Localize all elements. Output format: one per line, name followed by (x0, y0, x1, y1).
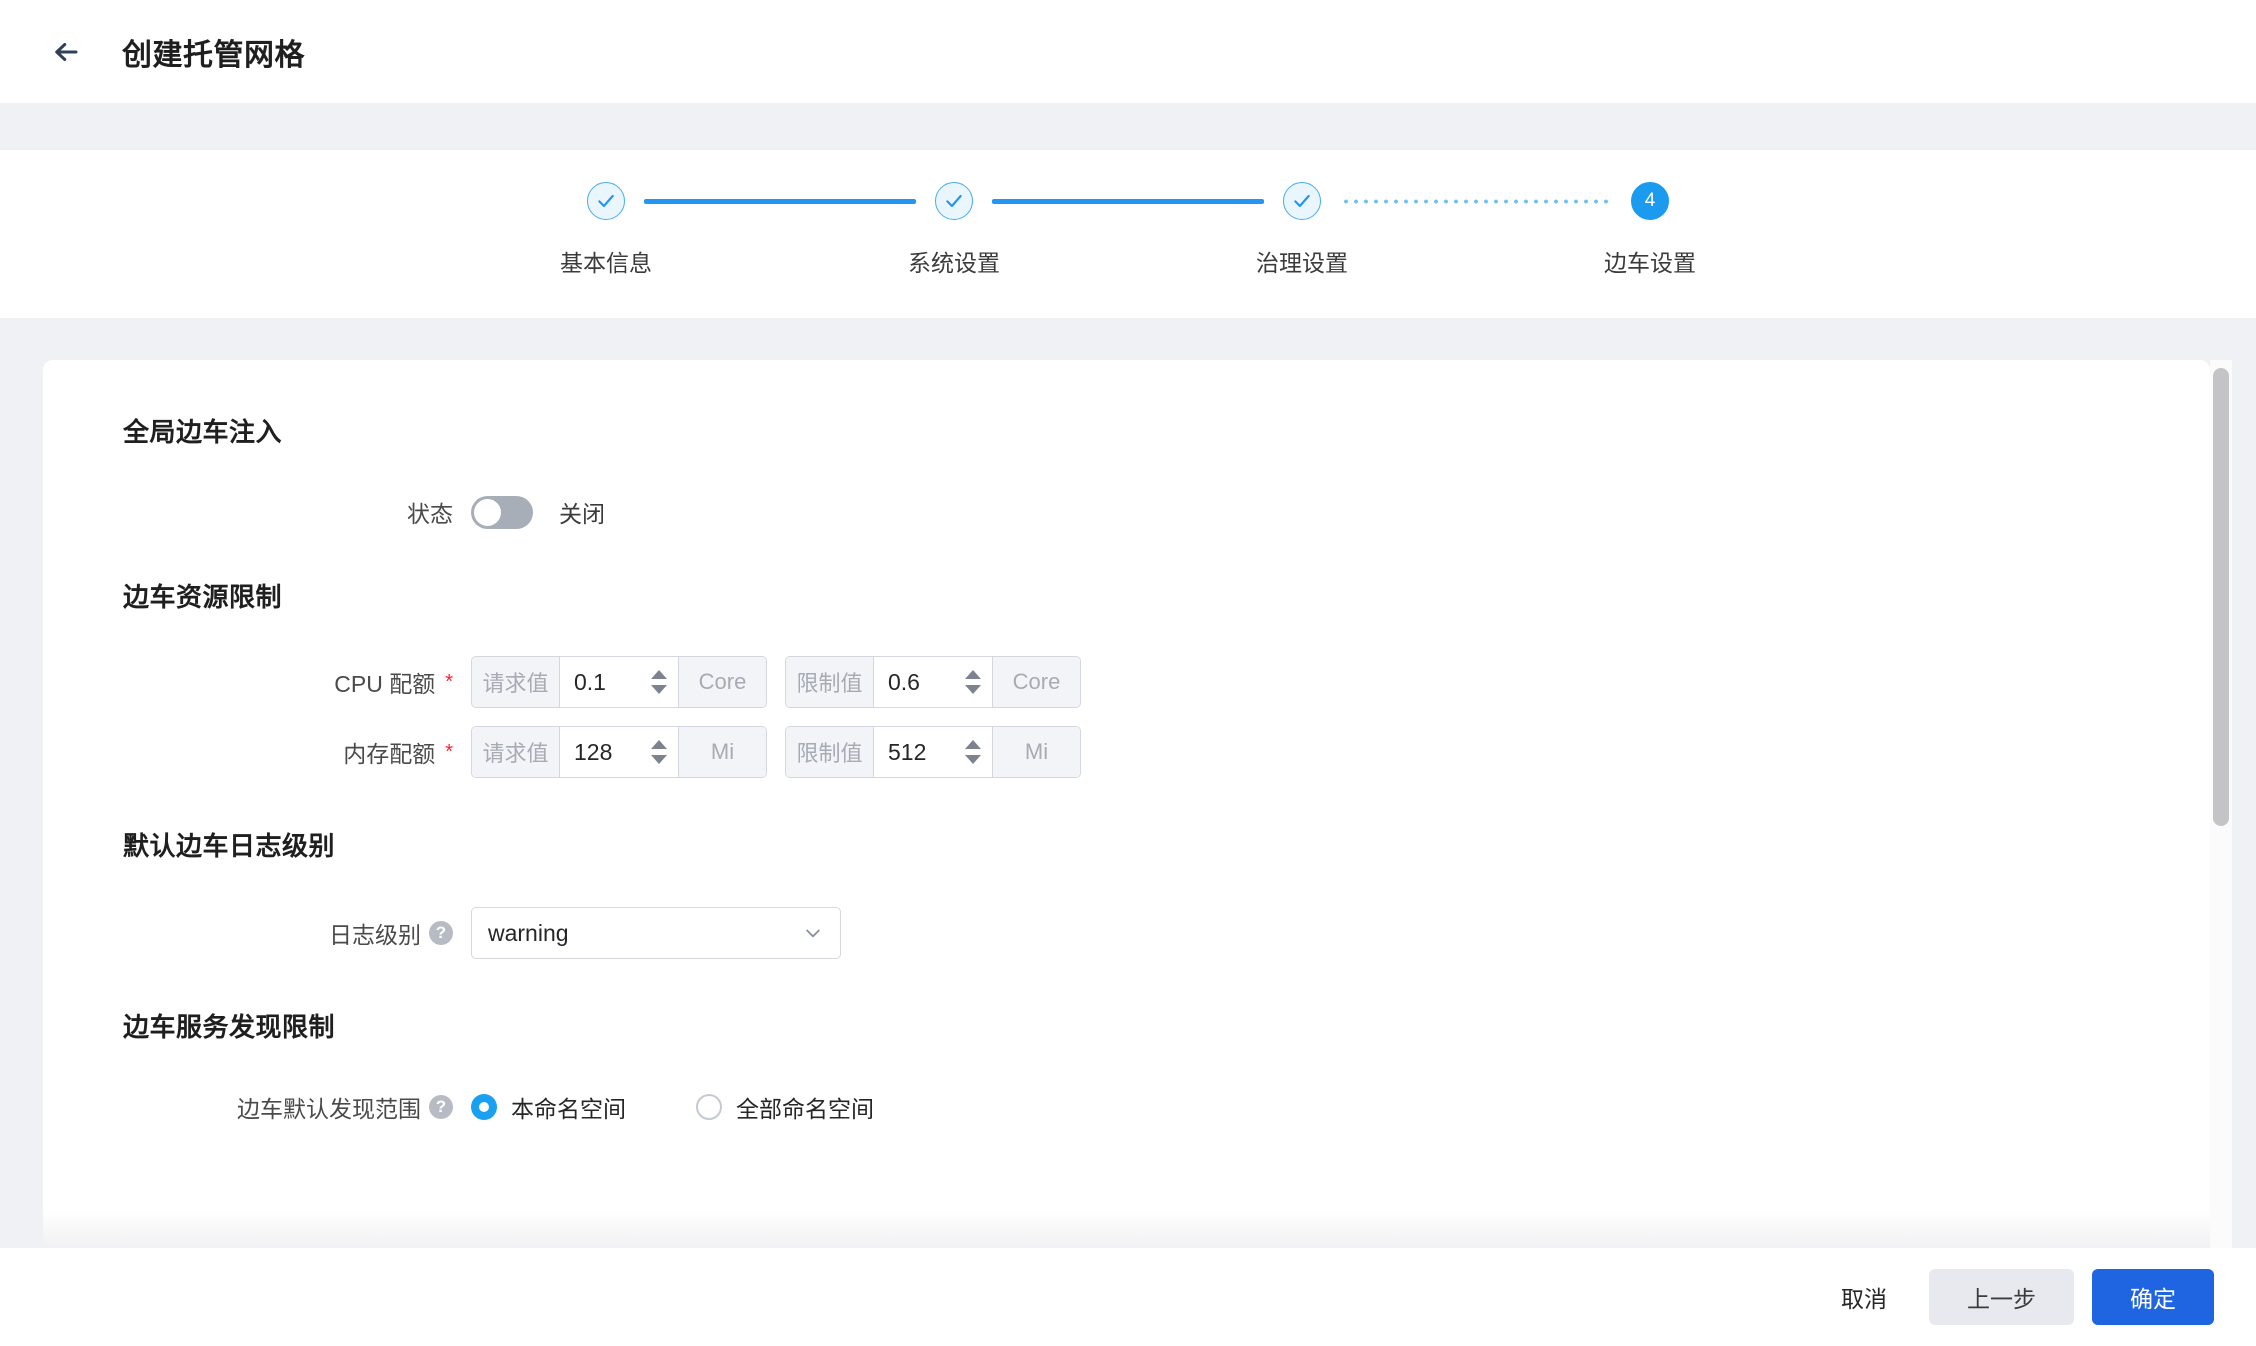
wizard-stepper: 基本信息 系统设置 治理设置 4 边车设置 (578, 182, 1678, 278)
step-3-label: 治理设置 (1256, 244, 1348, 278)
question-circle-icon[interactable]: ? (429, 1095, 453, 1119)
content-scrollbar-thumb[interactable] (2213, 368, 2229, 826)
cpu-limit-spinner[interactable] (962, 657, 984, 707)
label-memory-quota: 内存配额 * (123, 735, 471, 769)
memory-request-increment-icon[interactable] (651, 740, 667, 749)
section-title-log-level: 默认边车日志级别 (123, 826, 2210, 863)
memory-limit-increment-icon[interactable] (965, 740, 981, 749)
cpu-limit-number-wrap (874, 657, 992, 707)
step-sidecar-settings[interactable]: 4 边车设置 (1622, 182, 1678, 278)
radio-all-namespaces-label: 全部命名空间 (736, 1090, 874, 1124)
wizard-footer: 取消 上一步 确定 (0, 1248, 2256, 1346)
cpu-request-input-group[interactable]: 请求值 Core (471, 656, 767, 708)
step-connector-3 (1330, 182, 1622, 220)
label-cpu-quota-text: CPU 配额 (334, 665, 435, 699)
label-discovery-scope-text: 边车默认发现范围 (237, 1090, 421, 1124)
memory-request-unit: Mi (678, 727, 766, 777)
page-header: 创建托管网格 (0, 0, 2256, 103)
memory-request-decrement-icon[interactable] (651, 755, 667, 764)
cpu-limit-input-group[interactable]: 限制值 Core (785, 656, 1081, 708)
cpu-limit-unit: Core (992, 657, 1080, 707)
radio-own-namespace-label: 本命名空间 (511, 1090, 626, 1124)
label-log-level-text: 日志级别 (329, 916, 421, 950)
label-discovery-scope: 边车默认发现范围 ? (123, 1090, 471, 1124)
memory-request-number-wrap (560, 727, 678, 777)
memory-required-marker: * (445, 742, 453, 762)
cpu-required-marker: * (445, 672, 453, 692)
radio-all-namespaces[interactable]: 全部命名空间 (696, 1090, 874, 1124)
confirm-button[interactable]: 确定 (2092, 1269, 2214, 1325)
cpu-request-prefix: 请求值 (472, 657, 560, 707)
label-log-level: 日志级别 ? (123, 916, 471, 950)
radio-own-namespace-indicator (471, 1094, 497, 1120)
stepper-band: 基本信息 系统设置 治理设置 4 边车设置 (0, 150, 2256, 318)
toggle-knob (474, 499, 501, 526)
label-injection-status: 状态 (123, 495, 471, 529)
step-4-label: 边车设置 (1604, 244, 1696, 278)
step-connector-2 (982, 182, 1274, 220)
cpu-request-number-wrap (560, 657, 678, 707)
step-2-circle (935, 182, 973, 220)
step-governance-settings[interactable]: 治理设置 (1274, 182, 1330, 278)
cpu-request-unit: Core (678, 657, 766, 707)
cpu-request-decrement-icon[interactable] (651, 685, 667, 694)
row-discovery-scope: 边车默认发现范围 ? 本命名空间 全部命名空间 (123, 1090, 2210, 1124)
memory-limit-decrement-icon[interactable] (965, 755, 981, 764)
step-4-circle: 4 (1631, 182, 1669, 220)
step-1-circle (587, 182, 625, 220)
page-title: 创建托管网格 (122, 30, 305, 74)
step-system-settings[interactable]: 系统设置 (926, 182, 982, 278)
cancel-button[interactable]: 取消 (1819, 1280, 1909, 1314)
radio-own-namespace[interactable]: 本命名空间 (471, 1090, 626, 1124)
label-cpu-quota: CPU 配额 * (123, 665, 471, 699)
step-3-circle (1283, 182, 1321, 220)
row-cpu-quota: CPU 配额 * 请求值 Core 限制值 (123, 656, 2210, 708)
memory-limit-input-group[interactable]: 限制值 Mi (785, 726, 1081, 778)
memory-request-input-group[interactable]: 请求值 Mi (471, 726, 767, 778)
label-memory-quota-text: 内存配额 (343, 735, 435, 769)
global-injection-toggle[interactable] (471, 496, 533, 529)
chevron-down-icon (802, 922, 824, 944)
step-connector-1 (634, 182, 926, 220)
memory-limit-spinner[interactable] (962, 727, 984, 777)
memory-limit-prefix: 限制值 (786, 727, 874, 777)
back-arrow-icon[interactable] (48, 34, 84, 70)
cpu-request-spinner[interactable] (648, 657, 670, 707)
log-level-selected-value: warning (488, 920, 802, 947)
question-circle-icon[interactable]: ? (429, 921, 453, 945)
step-1-label: 基本信息 (560, 244, 652, 278)
memory-request-spinner[interactable] (648, 727, 670, 777)
toggle-state-text: 关闭 (559, 495, 605, 529)
section-title-resource-limits: 边车资源限制 (123, 577, 2210, 614)
row-log-level: 日志级别 ? warning (123, 907, 2210, 959)
cpu-limit-decrement-icon[interactable] (965, 685, 981, 694)
log-level-select[interactable]: warning (471, 907, 841, 959)
memory-request-prefix: 请求值 (472, 727, 560, 777)
row-injection-status: 状态 关闭 (123, 495, 2210, 529)
memory-limit-number-wrap (874, 727, 992, 777)
memory-limit-unit: Mi (992, 727, 1080, 777)
section-title-discovery: 边车服务发现限制 (123, 1007, 2210, 1044)
section-title-global-injection: 全局边车注入 (123, 412, 2210, 449)
cpu-request-increment-icon[interactable] (651, 670, 667, 679)
previous-step-button[interactable]: 上一步 (1929, 1269, 2074, 1325)
form-container: 全局边车注入 状态 关闭 边车资源限制 CPU 配额 * 请求值 (43, 360, 2210, 1248)
row-memory-quota: 内存配额 * 请求值 Mi 限制值 (123, 726, 2210, 778)
header-gap (0, 103, 2256, 150)
step-basic-info[interactable]: 基本信息 (578, 182, 634, 278)
radio-all-namespaces-indicator (696, 1094, 722, 1120)
label-injection-status-text: 状态 (407, 495, 453, 529)
cpu-limit-increment-icon[interactable] (965, 670, 981, 679)
cpu-limit-prefix: 限制值 (786, 657, 874, 707)
step-2-label: 系统设置 (908, 244, 1000, 278)
sidecar-settings-card: 全局边车注入 状态 关闭 边车资源限制 CPU 配额 * 请求值 (43, 360, 2210, 1248)
